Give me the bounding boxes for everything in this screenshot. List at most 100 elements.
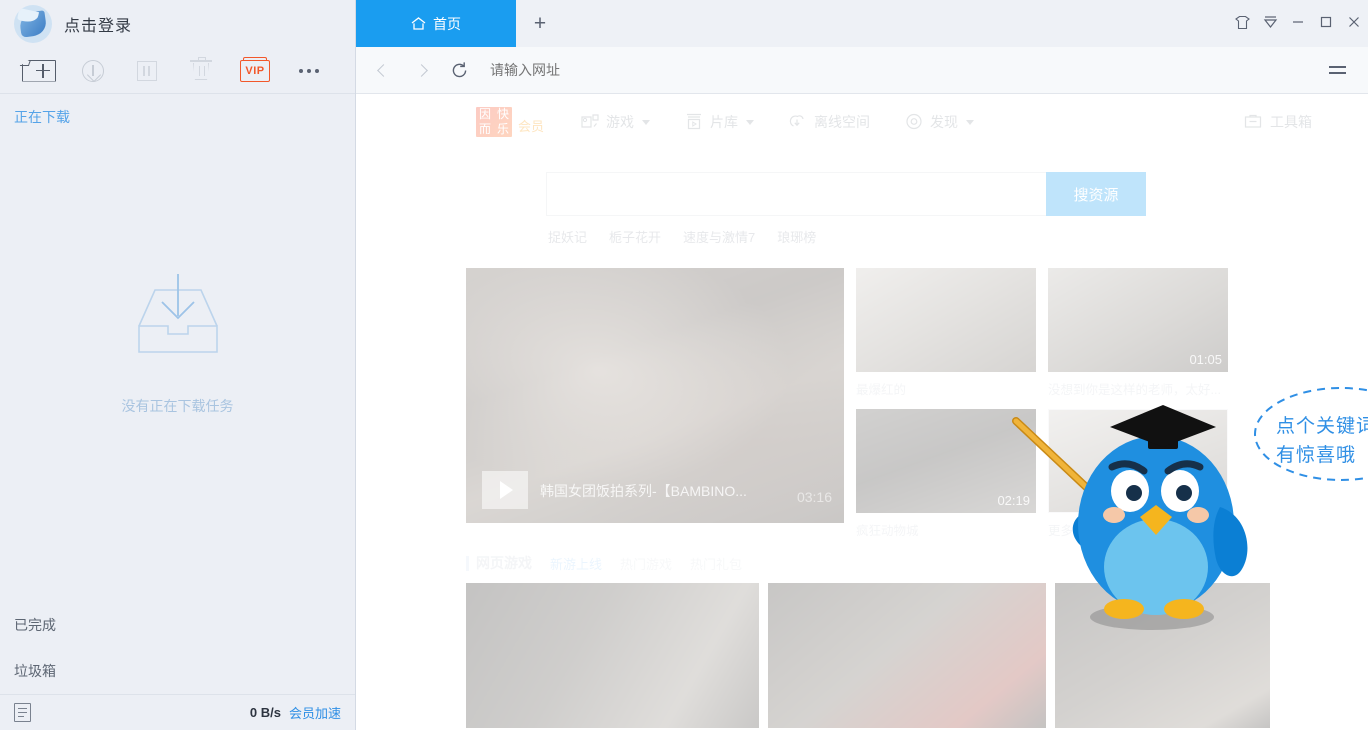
featured-video-title: 韩国女团饭拍系列-【BAMBINO... <box>540 481 747 501</box>
search-input[interactable] <box>546 172 1046 216</box>
video-title: 最爆红的 <box>856 379 1036 398</box>
login-link[interactable]: 点击登录 <box>64 12 132 36</box>
download-speed: 0 B/s <box>250 705 281 720</box>
nav-item-toolbox[interactable]: 工具箱 <box>1243 112 1312 132</box>
vip-accelerate-link[interactable]: 会员加速 <box>289 703 341 722</box>
app-window: 点击登录 VIP <box>0 0 1368 730</box>
navigation-bar <box>356 47 1368 94</box>
menu-dropdown-button[interactable] <box>1256 0 1284 44</box>
thunder-avatar-icon[interactable] <box>14 5 52 43</box>
bubble-line-2: 有惊喜哦 <box>1276 441 1368 470</box>
tab-label: 首页 <box>433 14 461 34</box>
url-input[interactable] <box>480 53 1316 87</box>
bubble-line-1: 点个关键词， <box>1276 412 1368 441</box>
featured-video-card[interactable]: 韩国女团饭拍系列-【BAMBINO... 03:16 <box>466 268 844 523</box>
skin-button[interactable] <box>1228 0 1256 44</box>
site-brand[interactable]: 因 快 而 乐 会员 <box>476 107 544 137</box>
brand-char: 乐 <box>494 122 512 137</box>
speech-bubble-text: 点个关键词， 有惊喜哦 <box>1276 412 1368 470</box>
video-card[interactable]: 02:19 疯狂动物城 <box>856 409 1036 539</box>
search-button[interactable]: 搜资源 <box>1046 172 1146 216</box>
brand-char: 快 <box>494 107 512 122</box>
video-card[interactable]: 最爆红的 <box>856 268 1036 398</box>
game-card[interactable] <box>466 583 759 728</box>
video-card[interactable]: 01:05 没想到你是这样的老师，太好... <box>1048 268 1228 398</box>
search-section: 搜资源 捉妖记 栀子花开 速度与激情7 琅琊榜 <box>356 172 1368 246</box>
section-title-text: 网页游戏 <box>476 553 532 573</box>
chevron-right-icon <box>415 64 428 77</box>
play-icon[interactable] <box>482 471 528 509</box>
more-button[interactable] <box>282 54 336 88</box>
film-library-icon <box>684 113 704 131</box>
new-task-button[interactable] <box>12 54 66 88</box>
nav-item-label: 发现 <box>930 112 958 132</box>
empty-state-text: 没有正在下载任务 <box>122 396 234 416</box>
nav-item-library[interactable]: 片库 <box>684 112 754 132</box>
browser-menu-button[interactable] <box>1320 53 1354 87</box>
video-duration: 02:19 <box>997 493 1030 508</box>
trash-icon <box>192 60 210 81</box>
start-download-button[interactable] <box>66 54 120 88</box>
search-hot-words: 捉妖记 栀子花开 速度与激情7 琅琊榜 <box>546 227 1368 246</box>
chevron-left-icon <box>377 64 390 77</box>
nav-item-label: 工具箱 <box>1270 112 1312 132</box>
close-button[interactable] <box>1340 0 1368 44</box>
nav-item-discover[interactable]: 发现 <box>904 112 974 132</box>
reload-button[interactable] <box>442 53 476 87</box>
hot-word[interactable]: 栀子花开 <box>609 227 661 246</box>
cloud-offline-icon <box>788 113 808 131</box>
game-card[interactable] <box>768 583 1046 728</box>
download-manager-panel: 点击登录 VIP <box>0 0 356 730</box>
hot-word[interactable]: 捉妖记 <box>548 227 587 246</box>
sidebar-item-trash[interactable]: 垃圾箱 <box>0 648 355 694</box>
minimize-button[interactable] <box>1284 0 1312 44</box>
brand-char: 而 <box>476 122 494 137</box>
new-tab-button[interactable]: + <box>516 0 564 47</box>
back-button[interactable] <box>366 53 400 87</box>
sidebar-item-label: 正在下载 <box>14 107 70 127</box>
download-tray-icon <box>119 266 237 370</box>
sidebar-item-downloading[interactable]: 正在下载 <box>0 94 355 140</box>
nav-item-games[interactable]: 游戏 <box>580 112 650 132</box>
site-nav: 因 快 而 乐 会员 <box>356 94 1368 150</box>
account-bar[interactable]: 点击登录 <box>0 0 355 48</box>
game-card[interactable] <box>1055 583 1270 728</box>
discover-icon <box>904 113 924 131</box>
chevron-down-icon <box>746 120 754 125</box>
section-accent-bar <box>466 556 469 571</box>
vip-badge-icon: VIP <box>240 60 270 82</box>
nav-item-offline-space[interactable]: 离线空间 <box>788 112 870 132</box>
nav-item-label: 游戏 <box>606 112 634 132</box>
pause-download-button[interactable] <box>120 54 174 88</box>
delete-task-button[interactable] <box>174 54 228 88</box>
video-title: 没想到你是这样的老师，太好... <box>1048 379 1228 398</box>
brand-char: 因 <box>476 107 494 122</box>
hot-word[interactable]: 琅琊榜 <box>777 227 816 246</box>
video-card[interactable]: 更多视频 <box>1048 409 1228 539</box>
games-tab-hot[interactable]: 热门游戏 <box>620 554 672 573</box>
maximize-button[interactable] <box>1312 0 1340 44</box>
log-icon[interactable] <box>14 703 31 722</box>
sidebar-item-completed[interactable]: 已完成 <box>0 602 355 648</box>
sidebar-item-label: 已完成 <box>14 615 56 635</box>
page-content: 因 快 而 乐 会员 <box>356 94 1368 730</box>
reload-icon <box>450 61 469 80</box>
video-thumbnail <box>856 268 1036 372</box>
video-title: 疯狂动物城 <box>856 520 1036 539</box>
games-tab-new[interactable]: 新游上线 <box>550 554 602 573</box>
video-thumbnail <box>1048 409 1228 513</box>
vip-button[interactable]: VIP <box>228 54 282 88</box>
search-row: 搜资源 <box>546 172 1146 216</box>
brand-vip-label: 会员 <box>518 116 544 137</box>
forward-button[interactable] <box>404 53 438 87</box>
empty-download-state: 没有正在下载任务 <box>0 140 355 602</box>
games-tab-gifts[interactable]: 热门礼包 <box>690 554 742 573</box>
downloader-toolbar: VIP <box>0 48 355 94</box>
brand-logo-icon: 因 快 而 乐 <box>476 107 512 137</box>
sidebar-item-label: 垃圾箱 <box>14 661 56 681</box>
hot-word[interactable]: 速度与激情7 <box>683 227 755 246</box>
nav-item-label: 片库 <box>710 112 738 132</box>
tab-home[interactable]: 首页 <box>356 0 516 47</box>
nav-item-label: 离线空间 <box>814 112 870 132</box>
status-bar: 0 B/s 会员加速 <box>0 694 355 730</box>
